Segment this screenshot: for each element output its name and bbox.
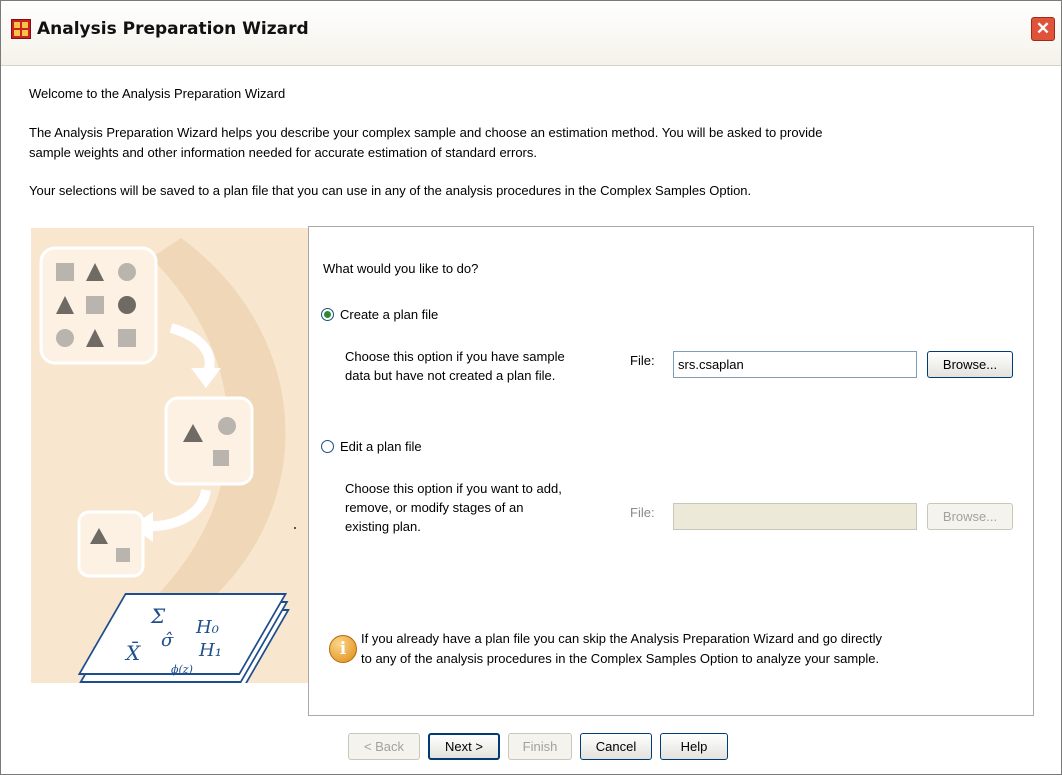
options-prompt: What would you like to do?	[323, 261, 479, 276]
cancel-button[interactable]: Cancel	[580, 733, 652, 760]
info-message: If you already have a plan file you can …	[361, 629, 1021, 669]
info-icon: i	[329, 635, 357, 663]
create-file-input[interactable]	[673, 351, 917, 378]
create-plan-label: Create a plan file	[340, 307, 439, 322]
next-button[interactable]: Next >	[428, 733, 500, 760]
wizard-content: Welcome to the Analysis Preparation Wiza…	[1, 66, 1061, 774]
create-file-label: File:	[630, 353, 655, 368]
edit-file-label: File:	[630, 505, 655, 520]
create-browse-button[interactable]: Browse...	[927, 351, 1013, 378]
create-plan-description: Choose this option if you have sample da…	[345, 347, 635, 385]
edit-browse-button: Browse...	[927, 503, 1013, 530]
options-panel: What would you like to do? Create a plan…	[308, 226, 1034, 716]
edit-plan-desc-line1: Choose this option if you want to add,	[345, 481, 562, 496]
create-plan-radio[interactable]	[321, 308, 334, 321]
welcome-heading: Welcome to the Analysis Preparation Wiza…	[29, 86, 286, 101]
create-plan-desc-line1: Choose this option if you have sample	[345, 349, 565, 364]
formula-h1: H₁	[198, 640, 222, 661]
window-title: Analysis Preparation Wizard	[37, 19, 309, 39]
formula-sigma-hat: σ̂	[161, 630, 174, 651]
wizard-window: Analysis Preparation Wizard ✕ Welcome to…	[0, 0, 1062, 775]
wizard-illustration: Σ H₀ σ̂ H₁ X̄ ϕ(z)	[31, 228, 315, 691]
create-plan-desc-line2: data but have not created a plan file.	[345, 368, 556, 383]
edit-plan-label: Edit a plan file	[340, 439, 422, 454]
edit-plan-radio[interactable]	[321, 440, 334, 453]
edit-plan-option[interactable]: Edit a plan file	[321, 439, 422, 454]
create-plan-option[interactable]: Create a plan file	[321, 307, 438, 322]
edit-plan-desc-line2: remove, or modify stages of an	[345, 500, 524, 515]
formula-phi: ϕ(z)	[171, 663, 193, 676]
decorative-dot	[294, 527, 296, 529]
finish-button: Finish	[508, 733, 572, 760]
edit-plan-desc-line3: existing plan.	[345, 519, 421, 534]
intro-paragraph-line1: The Analysis Preparation Wizard helps yo…	[29, 125, 823, 140]
app-table-icon	[11, 19, 31, 39]
title-bar[interactable]: Analysis Preparation Wizard ✕	[1, 1, 1061, 66]
intro-paragraph-2: Your selections will be saved to a plan …	[29, 183, 752, 198]
back-button: < Back	[348, 733, 420, 760]
workflow-illustration-svg: Σ H₀ σ̂ H₁ X̄ ϕ(z)	[39, 238, 290, 691]
edit-plan-description: Choose this option if you want to add, r…	[345, 479, 635, 536]
info-message-line1: If you already have a plan file you can …	[361, 631, 883, 646]
intro-paragraph-line2: sample weights and other information nee…	[29, 145, 537, 160]
close-button[interactable]: ✕	[1031, 17, 1055, 41]
formula-sigma: Σ	[150, 604, 166, 628]
edit-file-input	[673, 503, 917, 530]
formula-h0: H₀	[195, 617, 219, 638]
info-message-line2: to any of the analysis procedures in the…	[361, 651, 880, 666]
help-button[interactable]: Help	[660, 733, 728, 760]
formula-xbar: X̄	[124, 640, 141, 665]
